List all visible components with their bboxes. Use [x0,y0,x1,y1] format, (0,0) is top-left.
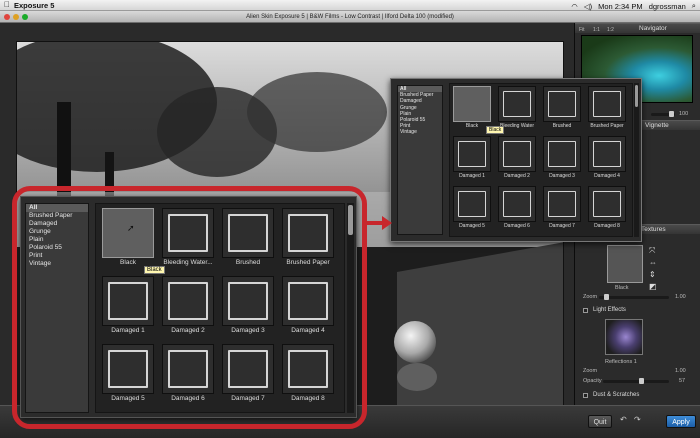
texture-thumbnail-label: Damaged 1 [459,173,485,179]
texture-browser-small: All Brushed Paper Damaged Grunge Plain P… [390,78,642,242]
texture-border-preview [548,91,576,117]
light-zoom-label: Zoom [583,368,598,374]
texture-thumbnail[interactable] [543,136,581,172]
search-icon[interactable]: ⌕ [692,1,696,11]
app-menu[interactable]: Exposure 5 [14,1,54,10]
texture-thumbnail-label: Damaged 2 [504,173,530,179]
vignette-title: Vignette [645,122,669,129]
texture-thumbnail[interactable] [498,136,536,172]
navigator-header[interactable]: Fit 1:1 1:2 Navigator [575,23,700,33]
opacity-value: 57 [679,378,686,384]
window-title-bar: Alien Skin Exposure 5 | B&W Films - Low … [0,11,700,23]
slider-knob[interactable] [669,111,674,117]
texture-border-preview [593,191,621,217]
flip-horizontal-icon[interactable]: ⤧ [649,246,655,256]
texture-thumbnail[interactable] [588,86,626,122]
texture-thumbnail-label: Damaged 7 [549,223,575,229]
light-effects-label: Light Effects [593,307,626,313]
callout-arrowhead [382,216,392,230]
texture-thumbnail[interactable] [543,86,581,122]
light-zoom-value: 1.00 [675,368,686,374]
scroll-thumb[interactable] [635,85,638,107]
texture-border-preview [503,141,531,167]
tooltip-small: Black [486,126,505,134]
texture-thumbnail-label: Damaged 3 [549,173,575,179]
apply-button[interactable]: Apply [666,415,696,428]
zoom-tab-1-2[interactable]: 1:2 [607,25,614,35]
rotate-icon[interactable]: ⇕ [649,270,656,279]
thumbnail-grid-small: Black Bleeding Water Brushed Brushed Paper D… [449,83,633,237]
category-list-small: All Brushed Paper Damaged Grunge Plain P… [397,85,443,235]
zoom-tab-fit[interactable]: Fit [579,25,585,35]
clock[interactable]: Mon 2:34 PM [598,2,643,11]
texture-thumbnail-label: Damaged 6 [504,223,530,229]
texture-border-preview [548,191,576,217]
texture-thumbnail-label: Damaged 4 [594,173,620,179]
light-effect-preview[interactable] [605,319,643,355]
texture-thumbnail[interactable] [498,186,536,222]
light-effect-name: Reflections 1 [605,359,637,365]
window-title: Alien Skin Exposure 5 | B&W Films - Low … [246,14,454,20]
texture-border-preview [458,191,486,217]
close-icon[interactable] [4,14,10,20]
texture-border-preview [458,141,486,167]
texture-thumbnail[interactable] [498,86,536,122]
opacity-label: Opacity [583,378,602,384]
callout-highlight-ring [12,186,367,429]
textures-title: Textures [641,226,666,233]
dust-label: Dust & Scratches [593,392,640,398]
wifi-icon[interactable]: ◠ [571,2,578,11]
undo-icon[interactable]: ↶ [620,415,627,424]
window-controls [4,14,28,20]
vignette-value: 100 [679,111,689,117]
scrollbar-small[interactable] [634,83,639,237]
texture-zoom-value: 1.00 [675,294,686,300]
dust-checkbox[interactable] [583,393,588,398]
quit-button[interactable]: Quit [588,415,612,428]
apple-icon[interactable]:  [4,0,10,9]
texture-thumbnail-label: Brushed [552,123,572,129]
user-menu[interactable]: dgrossman [649,2,686,11]
texture-border-preview [503,91,531,117]
navigator-title: Navigator [639,25,667,32]
texture-thumbnail[interactable] [588,136,626,172]
texture-border-preview [593,141,621,167]
texture-thumbnail[interactable] [453,86,491,122]
category-item[interactable]: Vintage [398,129,442,135]
flip-vertical-icon[interactable]: ⇔ [649,258,657,267]
texture-thumbnail[interactable] [588,186,626,222]
texture-border-preview [548,141,576,167]
slider-knob[interactable] [604,294,609,300]
texture-thumbnail-label: Brushed Paper [590,123,624,129]
volume-icon[interactable]: ◁) [584,2,592,11]
zoom-tab-1-1[interactable]: 1:1 [593,25,600,35]
slider-knob[interactable] [639,378,644,384]
vignette-slider[interactable] [651,111,675,117]
opacity-slider[interactable] [603,378,669,384]
texture-thumbnail[interactable] [453,186,491,222]
minimize-icon[interactable] [13,14,19,20]
texture-thumbnail[interactable] [543,186,581,222]
texture-zoom-label: Zoom [583,294,598,300]
texture-thumbnail-label: Damaged 5 [459,223,485,229]
texture-thumbnail[interactable] [453,136,491,172]
invert-icon[interactable]: ◩ [649,282,657,291]
texture-thumbnail-label: Damaged 8 [594,223,620,229]
texture-border-preview [593,91,621,117]
texture-border-preview [503,191,531,217]
texture-selected-label: Black [615,285,629,291]
texture-zoom-slider[interactable] [599,294,669,300]
menu-extras: ◠ ◁) Mon 2:34 PM dgrossman ⌕ [571,1,696,11]
zoom-icon[interactable] [22,14,28,20]
texture-preview[interactable] [607,245,643,283]
light-effects-checkbox[interactable] [583,308,588,313]
redo-icon[interactable]: ↷ [634,415,641,424]
menu-bar:  Exposure 5 ◠ ◁) Mon 2:34 PM dgrossman … [0,0,700,11]
